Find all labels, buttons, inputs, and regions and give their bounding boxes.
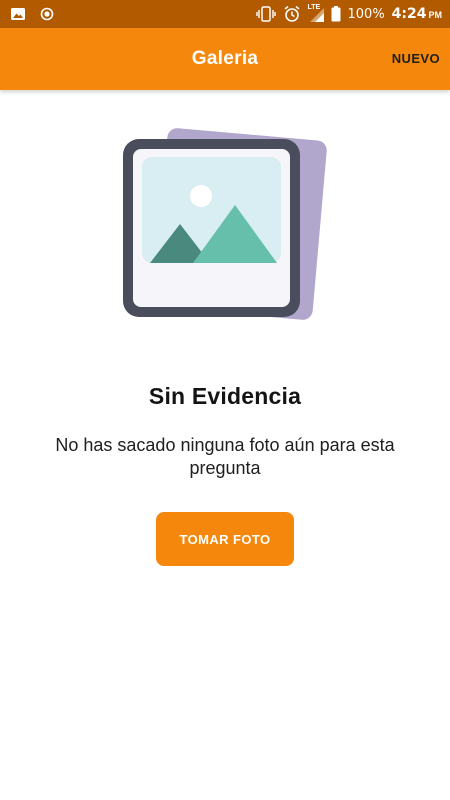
vibrate-icon [255, 6, 276, 22]
clock-suffix: PM [428, 10, 443, 20]
signal-icon: LTE [308, 4, 324, 22]
app-bar: Galeria NUEVO [0, 28, 450, 90]
status-bar-notifications [10, 4, 54, 24]
status-bar-system: LTE 100% 4:24 PM [255, 4, 442, 24]
clock-time: 4:24 [391, 6, 427, 22]
alarm-icon [283, 5, 300, 22]
empty-state-message: No has sacado ninguna foto aún para esta… [55, 435, 395, 478]
empty-state-title: Sin Evidencia [148, 383, 302, 409]
page-title: Galeria [191, 48, 259, 69]
battery-percent: 100% [347, 6, 385, 22]
take-photo-button[interactable]: TOMAR FOTO [156, 512, 294, 566]
record-icon [40, 7, 54, 21]
image-icon [11, 8, 25, 20]
battery-icon [331, 6, 340, 22]
status-bar: LTE 100% 4:24 PM [0, 0, 450, 28]
sun-shape [190, 185, 212, 207]
photo-stack-icon [123, 128, 327, 320]
new-button[interactable]: NUEVO [392, 28, 440, 90]
take-photo-button-label: TOMAR FOTO [179, 531, 271, 547]
clock: 4:24 PM [392, 5, 442, 23]
